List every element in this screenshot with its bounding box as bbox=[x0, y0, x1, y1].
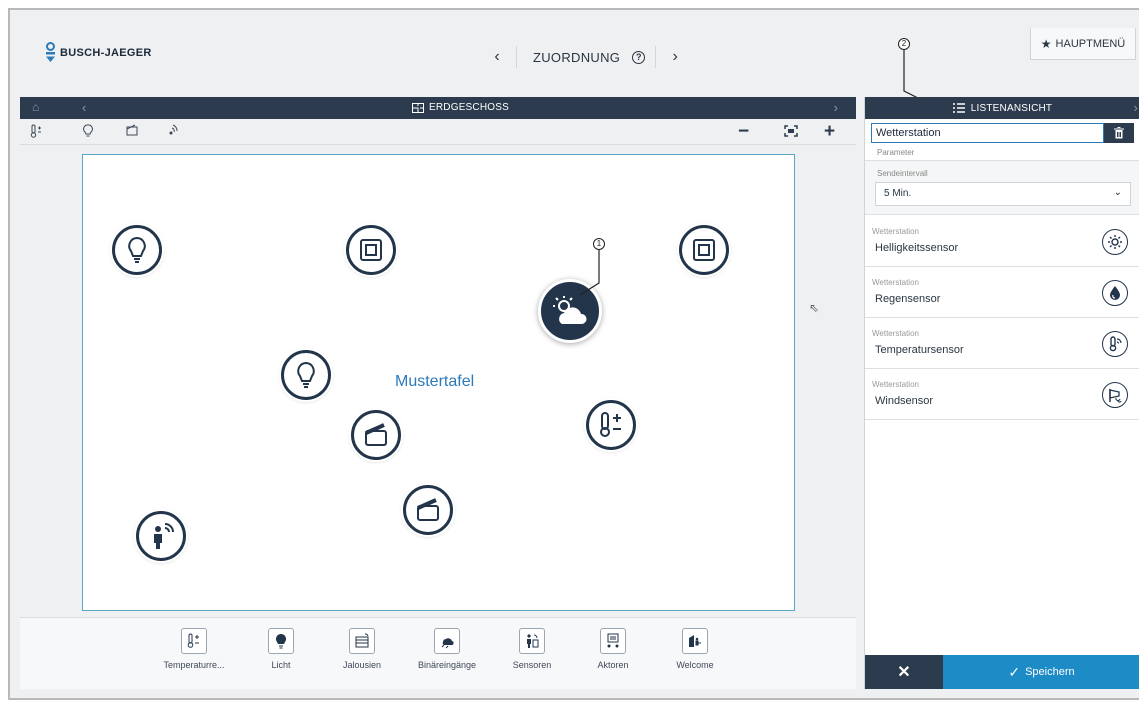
thermostat-filter-icon[interactable] bbox=[30, 124, 42, 141]
category-label: Aktoren bbox=[597, 660, 629, 670]
sensor-group: Wetterstation bbox=[872, 380, 919, 389]
blind-icon bbox=[349, 628, 375, 654]
thermostat-icon bbox=[181, 628, 207, 654]
floor-prev-icon[interactable]: ‹ bbox=[82, 100, 86, 115]
floor-next-icon[interactable]: › bbox=[834, 100, 838, 115]
floor-toolbar: − + bbox=[20, 119, 856, 145]
parameter-label: Parameter bbox=[877, 148, 915, 157]
checkmark-icon: ✓ bbox=[1008, 663, 1021, 680]
category-label: Welcome bbox=[676, 660, 714, 670]
sensor-name: Windsensor bbox=[875, 395, 934, 407]
floor-header: ⌂ ‹ ERDGESCHOSS › bbox=[20, 97, 856, 119]
category-label: Binäreingänge bbox=[417, 660, 477, 670]
trash-icon[interactable] bbox=[1104, 123, 1134, 143]
device-name-input[interactable] bbox=[871, 123, 1104, 143]
wind-icon[interactable] bbox=[1102, 382, 1128, 408]
welcome-icon bbox=[682, 628, 708, 654]
parameter-section: Sendeintervall 5 Min. ⌄ bbox=[865, 160, 1139, 215]
fit-icon[interactable] bbox=[784, 125, 798, 140]
category-label: Temperaturre... bbox=[163, 660, 225, 670]
brand-name: BUSCH-JAEGER bbox=[60, 47, 152, 59]
list-view-header: LISTENANSICHT › bbox=[865, 97, 1139, 119]
star-icon: ★ bbox=[1040, 36, 1052, 51]
category-welcome[interactable]: Welcome bbox=[655, 628, 735, 670]
zoom-in-button[interactable]: + bbox=[824, 121, 835, 143]
canvas-label: Mustertafel bbox=[395, 373, 475, 390]
brightness-icon[interactable] bbox=[1102, 229, 1128, 255]
light-device-icon[interactable] bbox=[281, 350, 331, 400]
floorplan-canvas[interactable]: Mustertafel ⇖ bbox=[82, 154, 819, 611]
binary-input-icon bbox=[434, 628, 460, 654]
blind-device-icon[interactable] bbox=[351, 410, 401, 460]
category-label: Sensoren bbox=[512, 660, 552, 670]
list-icon bbox=[952, 103, 965, 113]
divider bbox=[655, 46, 657, 68]
sensor-filter-icon[interactable] bbox=[168, 124, 180, 139]
list-view-title: LISTENANSICHT bbox=[970, 102, 1053, 114]
floorplan-icon bbox=[412, 102, 424, 113]
sensor-row-brightness[interactable]: Wetterstation Helligkeitssensor bbox=[865, 217, 1139, 267]
sensor-row-rain[interactable]: Wetterstation Regensensor bbox=[865, 268, 1139, 318]
category-bar: Temperaturre... Licht Jalousien Binärein… bbox=[20, 617, 856, 689]
callout-1-line bbox=[579, 250, 600, 296]
category-binary-inputs[interactable]: Binäreingänge bbox=[407, 628, 487, 670]
category-temperature[interactable]: Temperaturre... bbox=[154, 628, 234, 670]
thermostat-device-icon[interactable] bbox=[586, 400, 636, 450]
brand-logo: BUSCH-JAEGER bbox=[45, 42, 152, 64]
brand-logo-icon bbox=[46, 42, 55, 62]
floor-title-text: ERDGESCHOSS bbox=[429, 102, 509, 113]
chevron-down-icon: ⌄ bbox=[1113, 187, 1122, 198]
interval-label: Sendeintervall bbox=[877, 169, 928, 178]
sensor-row-wind[interactable]: Wetterstation Windsensor bbox=[865, 370, 1139, 420]
presence-sensor-device-icon[interactable] bbox=[136, 511, 186, 561]
light-filter-icon[interactable] bbox=[83, 124, 93, 141]
interval-select[interactable]: 5 Min. ⌄ bbox=[875, 182, 1131, 206]
chevron-left-icon[interactable]: ‹ bbox=[488, 48, 506, 66]
sensor-group: Wetterstation bbox=[872, 227, 919, 236]
actuator-icon bbox=[600, 628, 626, 654]
sensor-name: Regensensor bbox=[875, 293, 941, 305]
cancel-button[interactable]: ✕ bbox=[865, 655, 943, 689]
panel-footer: ✕ ✓ Speichern bbox=[865, 655, 1139, 689]
category-sensors[interactable]: Sensoren bbox=[492, 628, 572, 670]
save-label: Speichern bbox=[1025, 666, 1075, 678]
save-button[interactable]: ✓ Speichern bbox=[943, 655, 1139, 689]
help-icon[interactable]: ? bbox=[632, 50, 646, 64]
sensor-row-temperature[interactable]: Wetterstation Temperatursensor bbox=[865, 319, 1139, 369]
chevron-right-icon[interactable]: › bbox=[666, 48, 684, 66]
category-label: Licht bbox=[271, 660, 291, 670]
category-light[interactable]: Licht bbox=[241, 628, 321, 670]
temperature-icon[interactable] bbox=[1102, 331, 1128, 357]
sensor-name: Temperatursensor bbox=[875, 344, 964, 356]
main-menu-button[interactable]: ★ HAUPTMENÜ bbox=[1030, 28, 1136, 60]
blind-device-icon[interactable] bbox=[403, 485, 453, 535]
floor-title: ERDGESCHOSS bbox=[412, 102, 509, 113]
switch-device-icon[interactable] bbox=[679, 225, 729, 275]
category-label: Jalousien bbox=[342, 660, 382, 670]
category-blinds[interactable]: Jalousien bbox=[322, 628, 402, 670]
interval-value: 5 Min. bbox=[884, 188, 912, 199]
sensor-group: Wetterstation bbox=[872, 278, 919, 287]
sensor-icon bbox=[519, 628, 545, 654]
divider bbox=[516, 46, 517, 68]
top-navigation: ‹ ZUORDNUNG ? › bbox=[488, 46, 684, 68]
device-name-row bbox=[871, 123, 1134, 143]
category-actuators[interactable]: Aktoren bbox=[573, 628, 653, 670]
list-view-panel: LISTENANSICHT › Parameter Sendeintervall… bbox=[864, 97, 1139, 689]
light-icon bbox=[268, 628, 294, 654]
home-icon[interactable]: ⌂ bbox=[32, 100, 39, 114]
panel-next-icon[interactable]: › bbox=[1133, 100, 1138, 115]
main-menu-label: HAUPTMENÜ bbox=[1055, 37, 1126, 50]
switch-device-icon[interactable] bbox=[346, 225, 396, 275]
cursor-pointer-icon: ⇖ bbox=[809, 301, 820, 315]
light-device-icon[interactable] bbox=[112, 225, 162, 275]
sensor-name: Helligkeitssensor bbox=[875, 242, 959, 254]
rain-icon[interactable] bbox=[1102, 280, 1128, 306]
sensor-group: Wetterstation bbox=[872, 329, 919, 338]
blind-filter-icon[interactable] bbox=[126, 124, 138, 139]
zoom-out-button[interactable]: − bbox=[738, 121, 749, 143]
page-title: ZUORDNUNG bbox=[533, 49, 621, 65]
